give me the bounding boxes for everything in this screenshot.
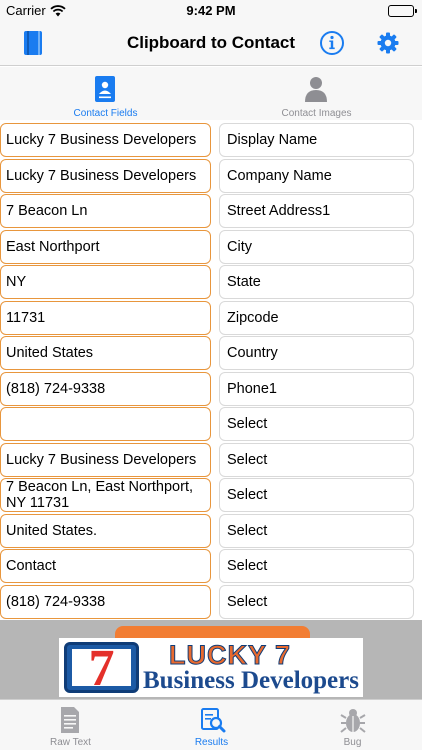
results-search-icon [199, 706, 227, 739]
field-value-input[interactable] [0, 407, 211, 441]
tab-raw-text[interactable]: Raw Text [0, 700, 141, 750]
tab-bug-label: Bug [343, 737, 362, 748]
field-row: United States Country [0, 335, 422, 371]
field-type-selector[interactable]: State [219, 265, 414, 299]
field-row: East Northport City [0, 229, 422, 265]
field-value-input[interactable]: United States. [0, 513, 211, 548]
field-row: (818) 724-9338 Phone1 [0, 371, 422, 407]
tab-contact-images-label: Contact Images [281, 108, 352, 119]
field-value-input[interactable]: 7 Beacon Ln [0, 194, 211, 228]
field-type-selector[interactable]: Street Address1 [219, 194, 414, 228]
field-value-input[interactable]: (818) 724-9338 [0, 371, 211, 406]
tab-results-label: Results [194, 737, 229, 748]
field-value-input[interactable]: Lucky 7 Business Developers [0, 158, 211, 193]
tab-results[interactable]: Results [141, 700, 282, 750]
info-icon[interactable] [319, 30, 345, 61]
battery-icon [388, 5, 417, 17]
bug-icon [340, 706, 366, 739]
field-value-input[interactable]: 11731 [0, 300, 211, 335]
document-icon [58, 706, 82, 739]
gear-icon[interactable] [376, 31, 400, 60]
field-value-input[interactable]: Lucky 7 Business Developers [0, 442, 211, 477]
field-row: Lucky 7 Business Developers Select [0, 442, 422, 478]
logo-digit: 7 [88, 640, 115, 697]
tab-raw-text-label: Raw Text [50, 737, 91, 748]
tab-contact-fields-label: Contact Fields [73, 108, 138, 119]
field-value-input[interactable]: United States [0, 336, 211, 370]
field-type-selector[interactable]: City [219, 229, 414, 264]
lucky-7-logo: 7 [64, 640, 139, 697]
person-silhouette-icon [304, 75, 328, 108]
ad-subtitle: Business Developers [143, 667, 359, 694]
action-button-peek[interactable] [115, 626, 310, 638]
ad-banner-area: 7 LUCKY 7 Business Developers [0, 620, 422, 699]
page-title: Clipboard to Contact [126, 33, 296, 52]
contact-card-icon [93, 75, 117, 108]
field-row: 11731 Zipcode [0, 300, 422, 336]
clock: 9:42 PM [186, 3, 236, 18]
field-row: Contact Select [0, 548, 422, 584]
field-type-selector[interactable]: Select [219, 478, 414, 512]
bottom-tab-bar: Raw Text Results Bug [0, 699, 422, 750]
field-type-selector[interactable]: Phone1 [219, 371, 414, 406]
field-type-selector[interactable]: Select [219, 584, 414, 619]
field-value-input[interactable]: 7 Beacon Ln, East Northport, NY 11731 [0, 478, 211, 512]
field-type-selector[interactable]: Select [219, 407, 414, 441]
field-type-selector[interactable]: Company Name [219, 158, 414, 193]
field-row: 7 Beacon Ln, East Northport, NY 11731 Se… [0, 477, 422, 513]
field-row: Select [0, 406, 422, 442]
field-type-selector[interactable]: Select [219, 549, 414, 583]
tab-contact-fields[interactable]: Contact Fields [0, 67, 211, 120]
field-row: (818) 724-9338 Select [0, 584, 422, 620]
field-value-input[interactable]: (818) 724-9338 [0, 584, 211, 619]
field-value-input[interactable]: East Northport [0, 229, 211, 264]
field-type-selector[interactable]: Zipcode [219, 300, 414, 335]
field-type-selector[interactable]: Select [219, 513, 414, 548]
field-type-selector[interactable]: Display Name [219, 123, 414, 157]
field-type-selector[interactable]: Select [219, 442, 414, 477]
field-row: United States. Select [0, 513, 422, 549]
field-value-input[interactable]: NY [0, 265, 211, 299]
status-bar: Carrier 9:42 PM [0, 0, 422, 22]
field-value-input[interactable]: Contact [0, 549, 211, 583]
field-row: Lucky 7 Business Developers Display Name [0, 122, 422, 158]
field-row: Lucky 7 Business Developers Company Name [0, 158, 422, 194]
field-value-input[interactable]: Lucky 7 Business Developers [0, 123, 211, 157]
segment-tabs: Contact Fields Contact Images [0, 67, 422, 120]
field-type-selector[interactable]: Country [219, 336, 414, 370]
field-row: NY State [0, 264, 422, 300]
field-row: 7 Beacon Ln Street Address1 [0, 193, 422, 229]
tab-contact-images[interactable]: Contact Images [211, 67, 422, 120]
tab-bug[interactable]: Bug [282, 700, 422, 750]
navigation-bar: Clipboard to Contact [0, 22, 422, 66]
contact-field-list: Lucky 7 Business Developers Display Name… [0, 120, 422, 620]
ad-banner[interactable]: 7 LUCKY 7 Business Developers [59, 638, 363, 697]
